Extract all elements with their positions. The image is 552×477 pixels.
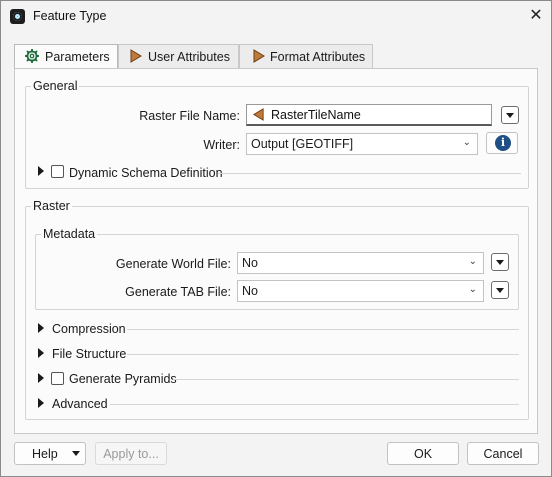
- generate-tab-file-label: Generate TAB File:: [125, 285, 231, 299]
- file-structure-divider: [127, 354, 519, 355]
- compression-divider: [127, 329, 519, 330]
- title-bar: Feature Type ✕: [1, 1, 551, 32]
- chevron-down-icon: ⌄: [462, 137, 471, 148]
- info-icon: i: [495, 135, 511, 151]
- raster-file-name-value: RasterTileName: [271, 108, 361, 122]
- app-icon: [10, 9, 25, 24]
- writer-select[interactable]: Output [GEOTIFF] ⌄: [246, 133, 478, 155]
- generate-world-file-value: No: [242, 256, 258, 270]
- advanced-expand-icon[interactable]: [38, 398, 44, 408]
- generate-pyramids-expand-icon[interactable]: [38, 373, 44, 383]
- generate-pyramids-section-label: Generate Pyramids: [69, 372, 177, 386]
- attribute-arrow-icon: [253, 49, 265, 63]
- raster-group-title: Raster: [31, 199, 72, 213]
- tab-format-attributes[interactable]: Format Attributes: [239, 44, 373, 68]
- generate-world-file-label: Generate World File:: [115, 257, 231, 271]
- generate-pyramids-divider: [173, 379, 519, 380]
- gear-icon: [25, 49, 39, 63]
- raster-file-name-field[interactable]: RasterTileName: [246, 104, 492, 126]
- dynamic-schema-divider: [218, 173, 521, 174]
- tab-user-attributes[interactable]: User Attributes: [118, 44, 239, 68]
- generate-tab-file-value: No: [242, 284, 258, 298]
- advanced-divider: [110, 404, 519, 405]
- ok-button-label: OK: [413, 447, 433, 461]
- window-title: Feature Type: [33, 9, 107, 23]
- help-button[interactable]: Help: [14, 442, 86, 465]
- apply-to-button[interactable]: Apply to...: [95, 442, 167, 465]
- chevron-down-icon: ⌄: [468, 256, 477, 267]
- generate-tab-file-menu-button[interactable]: [491, 281, 509, 299]
- tab-format-attributes-label: Format Attributes: [270, 50, 366, 64]
- writer-info-button[interactable]: i: [486, 132, 518, 154]
- generate-world-file-select[interactable]: No ⌄: [237, 252, 484, 274]
- dynamic-schema-checkbox[interactable]: [51, 165, 64, 178]
- ok-button[interactable]: OK: [387, 442, 459, 465]
- metadata-group-title: Metadata: [41, 227, 98, 241]
- tab-parameters-label: Parameters: [45, 50, 110, 64]
- generate-tab-file-select[interactable]: No ⌄: [237, 280, 484, 302]
- dynamic-schema-label: Dynamic Schema Definition: [69, 166, 223, 180]
- generate-pyramids-checkbox[interactable]: [51, 372, 64, 385]
- tab-parameters[interactable]: Parameters: [14, 44, 118, 69]
- generate-world-file-menu-button[interactable]: [491, 253, 509, 271]
- cancel-button-label: Cancel: [483, 447, 523, 461]
- close-icon[interactable]: ✕: [527, 7, 545, 25]
- feature-type-dialog: Feature Type ✕ Parameters User Attribute…: [0, 0, 552, 477]
- file-structure-section-label[interactable]: File Structure: [52, 347, 126, 361]
- apply-to-button-label: Apply to...: [103, 447, 159, 461]
- attribute-arrow-icon: [252, 108, 264, 121]
- chevron-down-icon: ⌄: [468, 284, 477, 295]
- parameters-panel: General Raster File Name: RasterTileName…: [14, 68, 538, 434]
- file-structure-expand-icon[interactable]: [38, 348, 44, 358]
- tab-user-attributes-label: User Attributes: [148, 50, 230, 64]
- writer-label: Writer:: [203, 138, 240, 152]
- compression-expand-icon[interactable]: [38, 323, 44, 333]
- writer-value: Output [GEOTIFF]: [251, 137, 354, 151]
- attribute-arrow-icon: [130, 49, 142, 63]
- chevron-down-icon[interactable]: [72, 451, 80, 456]
- raster-file-name-menu-button[interactable]: [501, 106, 519, 124]
- cancel-button[interactable]: Cancel: [467, 442, 539, 465]
- general-group-title: General: [31, 79, 80, 93]
- raster-file-name-label: Raster File Name:: [139, 109, 240, 123]
- advanced-section-label[interactable]: Advanced: [52, 397, 108, 411]
- compression-section-label[interactable]: Compression: [52, 322, 126, 336]
- dynamic-schema-expand-icon[interactable]: [38, 166, 44, 176]
- help-button-label: Help: [32, 447, 58, 461]
